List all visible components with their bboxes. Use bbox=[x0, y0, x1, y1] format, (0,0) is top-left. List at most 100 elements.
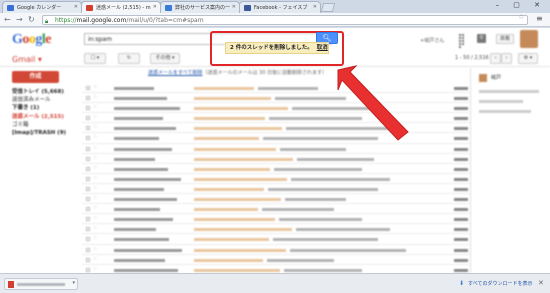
table-row[interactable]: ☆ bbox=[82, 154, 470, 164]
refresh-button[interactable]: ↻ bbox=[118, 53, 140, 64]
more-button[interactable]: その他 ▾ bbox=[150, 53, 180, 64]
star-icon[interactable]: ☆ bbox=[93, 266, 97, 272]
settings-button[interactable]: ⚙ ▾ bbox=[518, 53, 538, 64]
sidebar-item[interactable] bbox=[12, 137, 82, 145]
close-icon[interactable]: ✕ bbox=[538, 279, 544, 287]
sidebar-item[interactable]: 送信済みメール bbox=[12, 96, 82, 104]
table-row[interactable]: ☆ bbox=[82, 255, 470, 265]
table-row[interactable]: ☆ bbox=[82, 224, 470, 235]
sidebar-item[interactable]: ゴミ箱 bbox=[12, 121, 82, 129]
row-checkbox[interactable] bbox=[86, 166, 90, 171]
reload-icon[interactable]: ↻ bbox=[28, 15, 35, 25]
row-checkbox[interactable] bbox=[86, 106, 90, 111]
table-row[interactable]: ☆ bbox=[82, 164, 470, 174]
row-checkbox[interactable] bbox=[86, 197, 90, 202]
undo-link[interactable]: 取消 bbox=[317, 45, 328, 51]
star-icon[interactable]: ☆ bbox=[93, 175, 97, 181]
browser-tab-service[interactable]: 弊社のサービス案内の一 ✕ bbox=[160, 1, 240, 13]
chat-contact[interactable] bbox=[479, 110, 531, 113]
table-row[interactable]: ☆ bbox=[82, 144, 470, 154]
row-checkbox[interactable] bbox=[86, 207, 90, 212]
star-icon[interactable]: ☆ bbox=[93, 225, 97, 231]
table-row[interactable]: ☆ bbox=[82, 184, 470, 195]
star-icon[interactable]: ☆ bbox=[93, 215, 97, 221]
browser-tab-calendar[interactable]: Google カレンダー ✕ bbox=[2, 1, 82, 13]
window-controls[interactable]: – ▢ ✕ bbox=[496, 1, 546, 9]
prev-page-button[interactable]: ‹ bbox=[490, 53, 501, 64]
table-row[interactable]: ☆ bbox=[82, 204, 470, 215]
star-icon[interactable]: ☆ bbox=[93, 246, 97, 252]
table-row[interactable]: ☆ bbox=[82, 234, 470, 245]
row-checkbox[interactable] bbox=[86, 227, 90, 232]
table-row[interactable]: ☆ bbox=[82, 174, 470, 184]
star-icon[interactable]: ☆ bbox=[93, 256, 97, 262]
star-icon[interactable]: ☆ bbox=[93, 185, 97, 191]
star-icon[interactable]: ☆ bbox=[93, 94, 97, 100]
table-row[interactable]: ☆ bbox=[82, 103, 470, 114]
table-row[interactable]: ☆ bbox=[82, 194, 470, 205]
compose-button[interactable]: 作成 bbox=[12, 71, 59, 83]
new-tab-button[interactable] bbox=[320, 3, 336, 12]
table-row[interactable]: ☆ bbox=[82, 83, 470, 94]
star-icon[interactable]: ☆ bbox=[93, 145, 97, 151]
chevron-down-icon[interactable]: ▾ bbox=[72, 280, 75, 286]
star-icon[interactable]: ☆ bbox=[93, 84, 97, 90]
user-name[interactable]: +岐戸さん bbox=[420, 37, 444, 44]
table-row[interactable]: ☆ bbox=[82, 123, 470, 134]
back-arrow-icon[interactable]: ← bbox=[4, 15, 11, 25]
close-icon[interactable]: ✕ bbox=[313, 4, 317, 10]
gmail-app-switcher[interactable]: Gmail ▾ bbox=[12, 55, 42, 64]
row-checkbox[interactable] bbox=[86, 156, 90, 161]
table-row[interactable]: ☆ bbox=[82, 93, 470, 104]
row-checkbox[interactable] bbox=[86, 257, 90, 262]
avatar[interactable] bbox=[520, 30, 538, 48]
star-icon[interactable]: ☆ bbox=[93, 134, 97, 140]
download-item[interactable]: ▾ bbox=[4, 278, 78, 290]
star-icon[interactable]: ☆ bbox=[93, 205, 97, 211]
row-checkbox[interactable] bbox=[86, 186, 90, 191]
sidebar-item[interactable]: 下書き (1) bbox=[12, 104, 82, 112]
table-row[interactable]: ☆ bbox=[82, 214, 470, 225]
next-page-button[interactable]: › bbox=[501, 53, 512, 64]
select-checkbox-button[interactable]: ☐ ▾ bbox=[84, 53, 106, 64]
star-icon[interactable]: ☆ bbox=[93, 104, 97, 110]
star-icon[interactable]: ☆ bbox=[93, 165, 97, 171]
bookmark-star-icon[interactable]: ☆ bbox=[518, 13, 524, 21]
row-checkbox[interactable] bbox=[86, 217, 90, 222]
row-checkbox[interactable] bbox=[86, 176, 90, 181]
close-icon[interactable]: ✕ bbox=[74, 4, 78, 10]
share-button[interactable]: 共有 bbox=[496, 34, 514, 44]
apps-grid-icon[interactable] bbox=[459, 34, 467, 48]
row-checkbox[interactable] bbox=[86, 237, 90, 242]
row-checkbox[interactable] bbox=[86, 86, 90, 90]
table-row[interactable]: ☆ bbox=[82, 245, 470, 255]
show-all-downloads-link[interactable]: すべてのダウンロードを表示 bbox=[468, 280, 532, 287]
sidebar-item[interactable]: 受信トレイ (5,668) bbox=[12, 88, 82, 96]
browser-tab-facebook[interactable]: Facebook - フェイスブ ✕ bbox=[239, 1, 321, 13]
row-checkbox[interactable] bbox=[86, 126, 90, 131]
forward-arrow-icon[interactable]: → bbox=[16, 15, 23, 25]
star-icon[interactable]: ☆ bbox=[93, 124, 97, 130]
chat-contact[interactable] bbox=[479, 100, 523, 103]
address-bar[interactable]: 🔒︎ https://mail.google.com/mail/u/0/?tab… bbox=[42, 15, 528, 25]
row-checkbox[interactable] bbox=[86, 116, 90, 121]
row-checkbox[interactable] bbox=[86, 146, 90, 151]
row-checkbox[interactable] bbox=[86, 267, 90, 272]
chat-contact[interactable] bbox=[479, 90, 539, 93]
row-checkbox[interactable] bbox=[86, 96, 90, 101]
browser-menu-icon[interactable]: ≡ bbox=[536, 14, 543, 23]
notifications-count[interactable]: 0 bbox=[477, 34, 486, 43]
avatar[interactable] bbox=[479, 74, 487, 82]
close-icon[interactable]: ✕ bbox=[232, 4, 236, 10]
browser-tab-gmail[interactable]: 迷惑メール (2,515) - m ✕ bbox=[81, 1, 161, 13]
table-row[interactable]: ☆ bbox=[82, 133, 470, 144]
sidebar-item[interactable]: [Imap]/TRASH (9) bbox=[12, 129, 82, 137]
sidebar-item[interactable]: 迷惑メール (2,515) bbox=[12, 113, 82, 121]
table-row[interactable]: ☆ bbox=[82, 113, 470, 124]
star-icon[interactable]: ☆ bbox=[93, 195, 97, 201]
empty-spam-link[interactable]: 迷惑メールをすべて削除 bbox=[148, 70, 202, 76]
row-checkbox[interactable] bbox=[86, 247, 90, 252]
star-icon[interactable]: ☆ bbox=[93, 114, 97, 120]
star-icon[interactable]: ☆ bbox=[93, 235, 97, 241]
google-logo[interactable]: Google bbox=[12, 32, 51, 48]
